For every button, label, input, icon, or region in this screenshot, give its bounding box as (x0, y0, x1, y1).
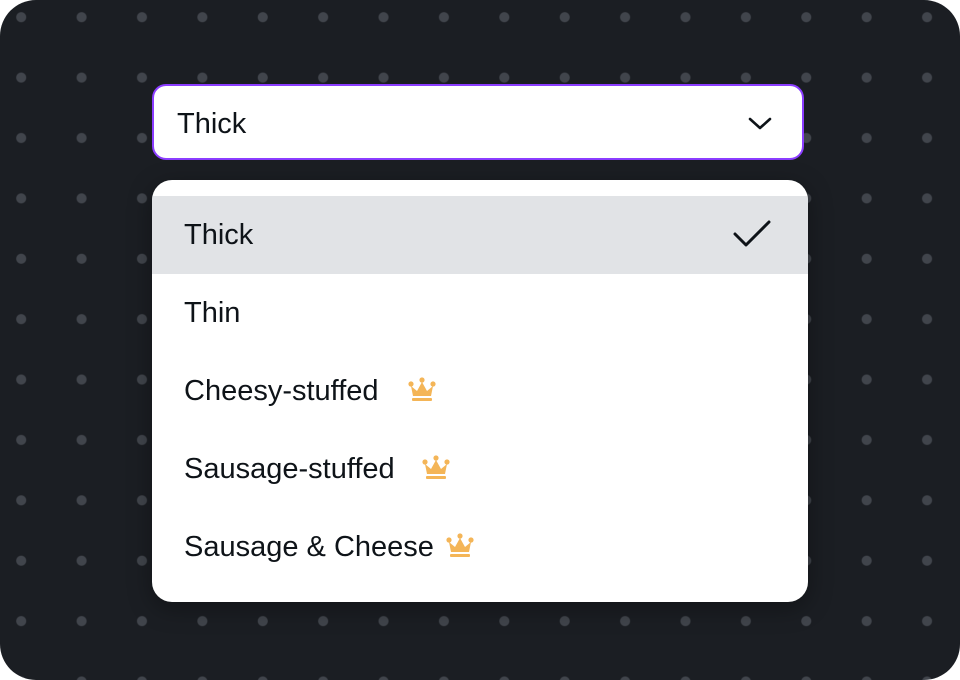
option-label: Sausage & Cheese (184, 531, 434, 563)
crown-icon (446, 533, 474, 557)
option-thick[interactable]: Thick (152, 196, 808, 274)
option-label: Thin (184, 297, 241, 329)
option-label: Sausage-stuffed (184, 453, 395, 485)
option-sausage-stuffed[interactable]: Sausage-stuffed (152, 430, 808, 508)
option-thin[interactable]: Thin (152, 274, 808, 352)
checkmark-icon (733, 220, 771, 247)
crown-icon (408, 377, 436, 401)
dropdown-menu: Thick Thin Cheesy-stuffed Sausage-stuffe… (152, 180, 808, 602)
crust-select[interactable]: Thick (152, 84, 804, 160)
select-value: Thick (177, 108, 247, 140)
option-cheesy-stuffed[interactable]: Cheesy-stuffed (152, 352, 808, 430)
option-label: Cheesy-stuffed (184, 375, 379, 407)
crown-icon (422, 455, 450, 479)
option-sausage-and-cheese[interactable]: Sausage & Cheese (152, 508, 808, 586)
option-label: Thick (184, 219, 254, 251)
chevron-down-icon (748, 117, 772, 130)
dotted-background: Thick Thick Thin Cheesy-stuffed Sausage-… (0, 0, 960, 680)
